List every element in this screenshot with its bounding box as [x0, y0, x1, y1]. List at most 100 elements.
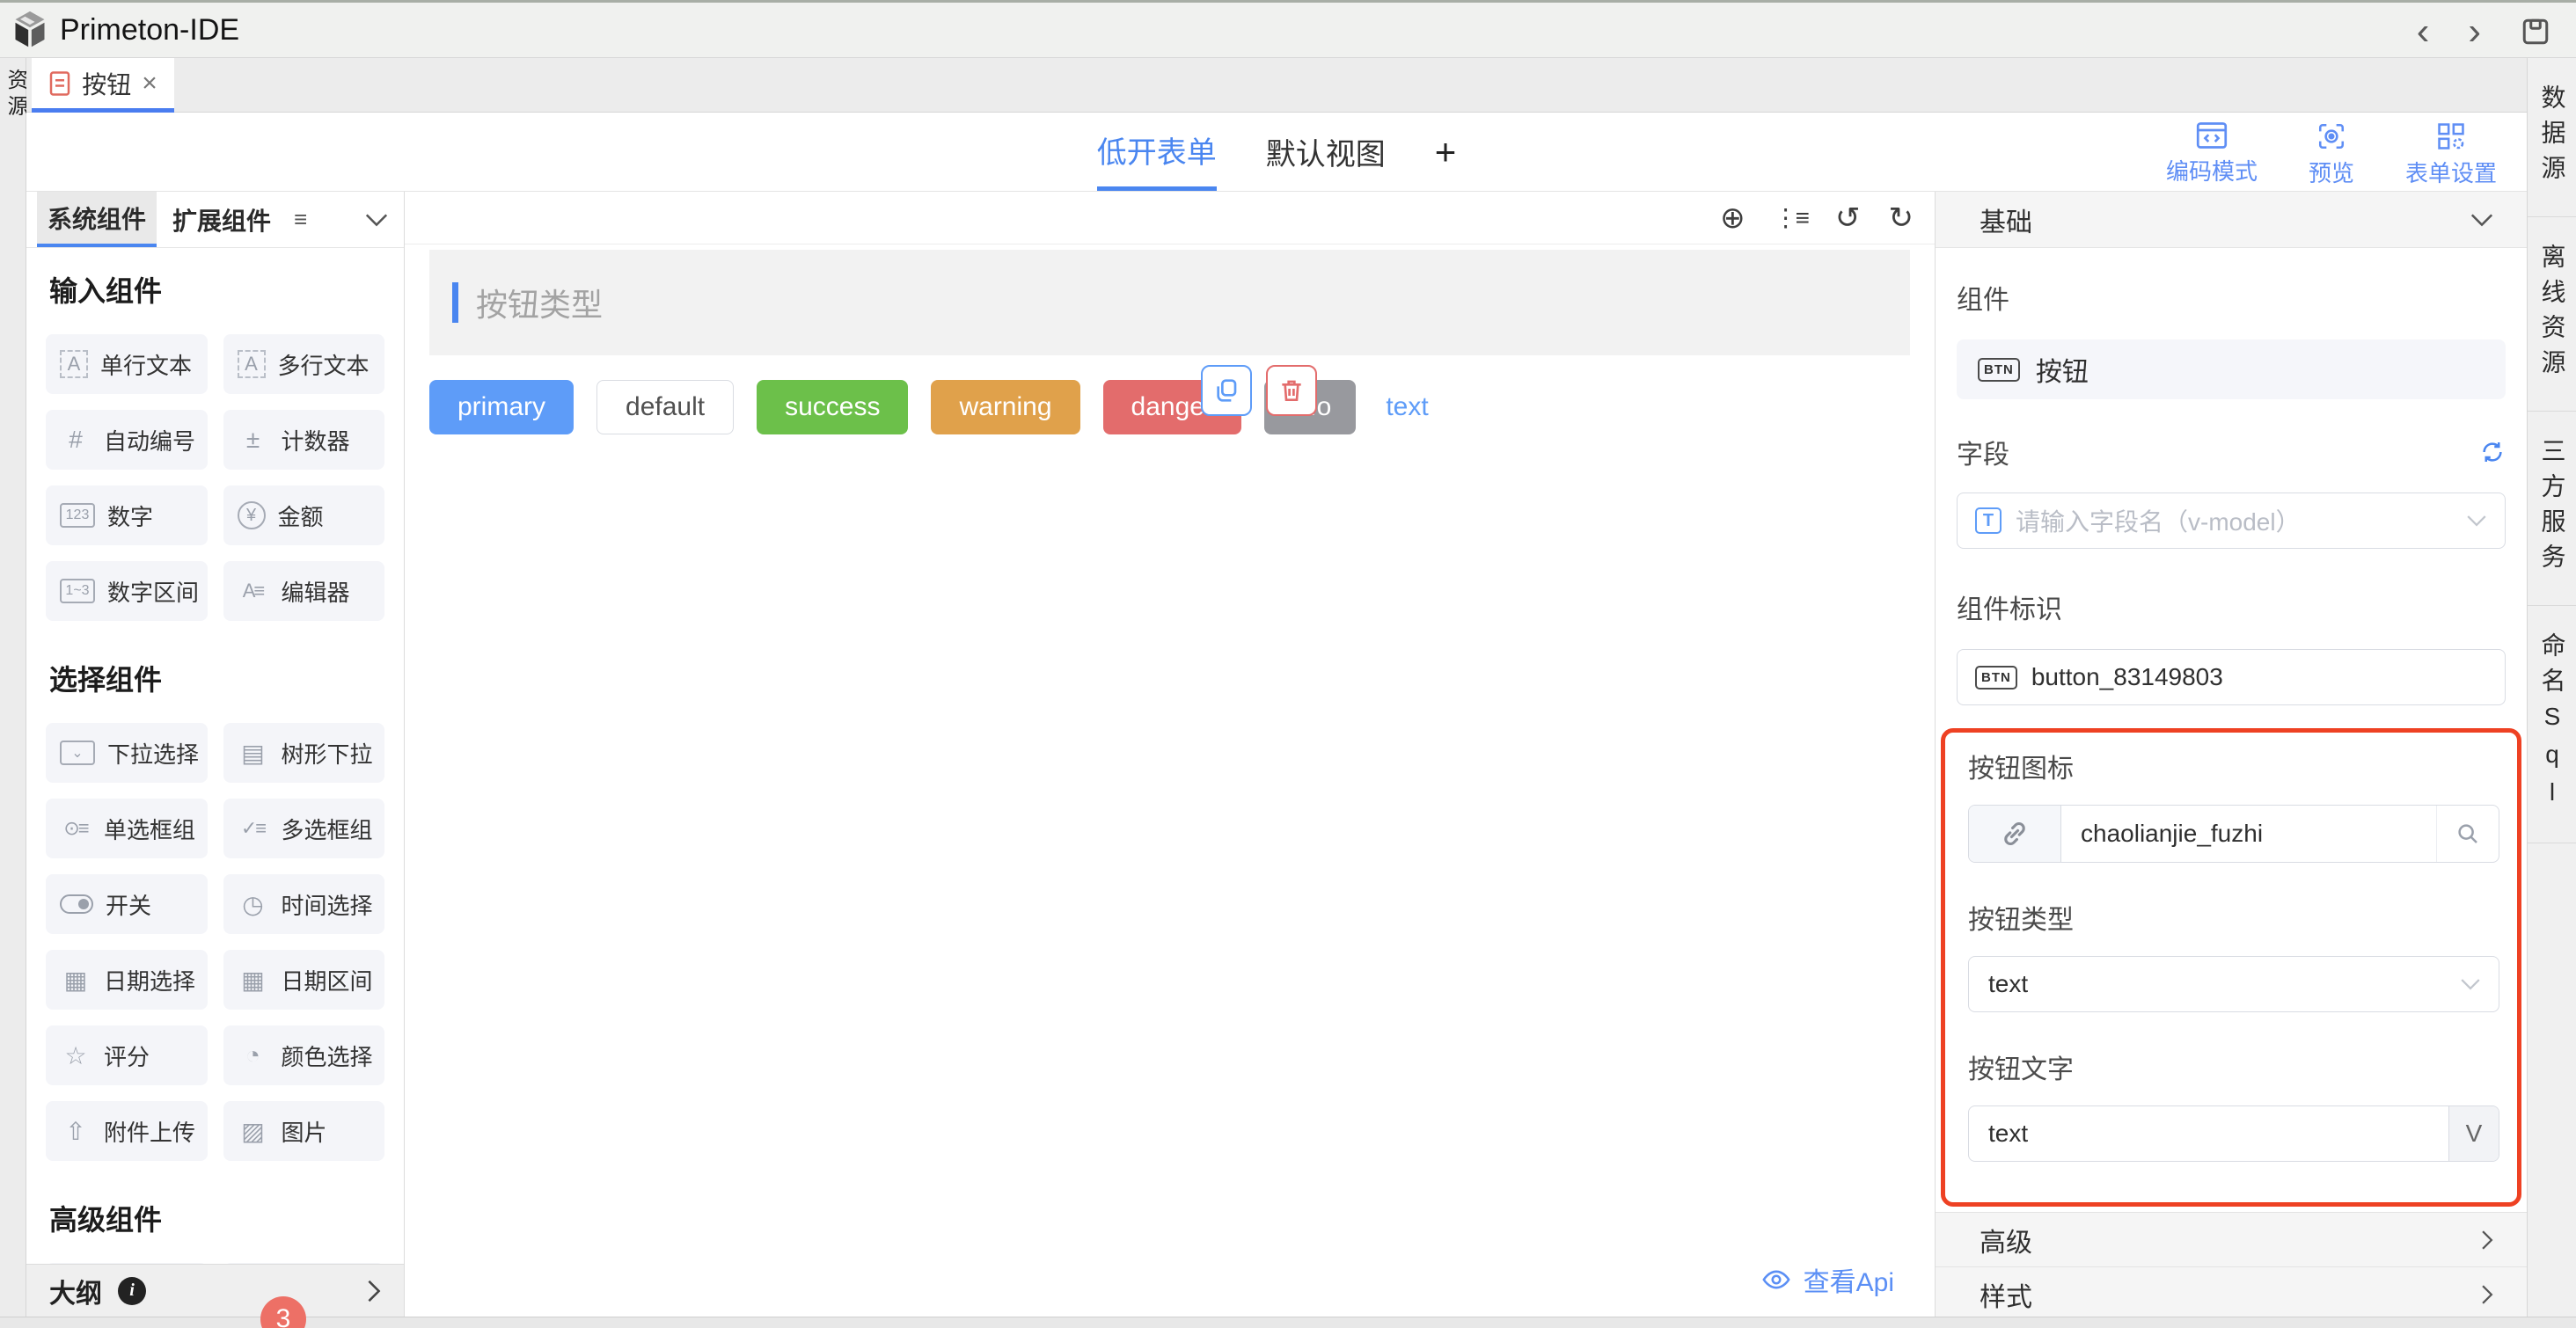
tab-default-view[interactable]: 默认视图 — [1266, 113, 1386, 191]
component-item-rating[interactable]: ☆评分 — [46, 1025, 208, 1085]
add-view-icon[interactable]: + — [1435, 113, 1457, 191]
button-icon-value[interactable]: chaolianjie_fuzhi — [2061, 806, 2436, 862]
properties-panel: 基础 组件 BTN 按钮 字段 T 请输 — [1936, 192, 2527, 1317]
code-window-icon — [2196, 121, 2228, 150]
type-chevron-down-icon — [2460, 978, 2481, 990]
clock-icon: ◷ — [238, 890, 269, 919]
search-icon[interactable] — [2436, 806, 2499, 862]
save-icon[interactable] — [2520, 16, 2551, 47]
tree-dropdown-icon: ▤ — [238, 739, 269, 768]
component-item-amount[interactable]: ¥金额 — [223, 485, 385, 545]
component-item-auto-number[interactable]: #自动编号 — [46, 410, 208, 470]
component-item-date-picker[interactable]: ▦日期选择 — [46, 950, 208, 1010]
component-item-number-range[interactable]: 1~3数字区间 — [46, 561, 208, 621]
sample-button-success[interactable]: success — [757, 380, 908, 434]
plus-minus-icon: ± — [238, 426, 269, 454]
button-type-select[interactable]: text — [1968, 956, 2499, 1012]
nav-forward-icon[interactable]: › — [2468, 12, 2481, 51]
info-icon[interactable]: i — [118, 1277, 146, 1305]
redo-icon[interactable]: ↻ — [1889, 203, 1914, 233]
props-section-advanced[interactable]: 高级 — [1936, 1212, 2527, 1266]
sample-button-default[interactable]: default — [596, 380, 734, 434]
undo-icon[interactable]: ↺ — [1835, 203, 1861, 233]
doc-tab-button[interactable]: 按钮 × — [32, 58, 174, 113]
component-item-dropdown-select[interactable]: ⌄下拉选择 — [46, 723, 208, 783]
component-name: 按钮 — [2036, 350, 2089, 389]
component-item-switch[interactable]: 开关 — [46, 874, 208, 934]
component-label: 组件 — [1957, 278, 2506, 317]
tab-system-components[interactable]: 系统组件 — [37, 192, 157, 247]
vertical-tab-named-sql[interactable]: 命名Sql — [2528, 606, 2576, 843]
outline-chevron-right-icon[interactable] — [367, 1280, 381, 1302]
component-item-tree-dropdown[interactable]: ▤树形下拉 — [223, 723, 385, 783]
component-item-time-picker[interactable]: ◷时间选择 — [223, 874, 385, 934]
view-api-link[interactable]: 查看Api — [1761, 1260, 1894, 1299]
view-tabs: 低开表单 默认视图 + — [26, 113, 2527, 191]
style-chevron-right-icon — [2481, 1284, 2493, 1305]
component-panel: 系统组件 扩展组件 ≡ 输入组件 A单行文本 A多行文本 #自动编号 ±计数器 … — [26, 192, 405, 1317]
props-section-basic[interactable]: 基础 — [1936, 192, 2527, 248]
outline-label: 大纲 — [49, 1272, 102, 1310]
variable-addon-button[interactable]: V — [2448, 1106, 2499, 1161]
section-title-input: 输入组件 — [49, 269, 384, 310]
sample-button-primary[interactable]: primary — [429, 380, 574, 434]
doc-tab-label: 按钮 — [82, 66, 131, 101]
component-id-label: 组件标识 — [1957, 587, 2506, 626]
component-id-input[interactable]: BTN button_83149803 — [1957, 649, 2506, 705]
preview-button[interactable]: 预览 — [2309, 121, 2354, 188]
button-text-label: 按钮文字 — [1968, 1047, 2499, 1086]
props-section-style[interactable]: 样式 — [1936, 1266, 2527, 1321]
component-item-editor[interactable]: A≡编辑器 — [223, 561, 385, 621]
field-chevron-down-icon[interactable] — [2466, 514, 2487, 527]
sample-button-text[interactable]: text — [1379, 380, 1435, 434]
form-settings-button[interactable]: 表单设置 — [2405, 121, 2497, 188]
section-title-advanced: 高级组件 — [49, 1198, 384, 1238]
form-settings-icon — [2436, 121, 2466, 151]
list-view-icon[interactable]: ≡ — [294, 206, 307, 233]
component-item-single-line-text[interactable]: A单行文本 — [46, 334, 208, 394]
component-item-number[interactable]: 123数字 — [46, 485, 208, 545]
component-list: 输入组件 A单行文本 A多行文本 #自动编号 ±计数器 123数字 ¥金额 1~… — [26, 248, 404, 1264]
link-icon[interactable] — [1969, 806, 2061, 862]
text-field-chip-icon: T — [1975, 507, 2002, 534]
outline-bar[interactable]: 大纲 i — [26, 1264, 404, 1317]
component-item-color-picker[interactable]: ◔颜色选择 — [223, 1025, 385, 1085]
form-header: 低开表单 默认视图 + 编码模式 — [26, 113, 2527, 192]
radio-list-icon: ⊙≡ — [60, 817, 91, 840]
canvas-section-header[interactable]: 按钮类型 — [429, 250, 1910, 355]
tab-extension-components[interactable]: 扩展组件 — [162, 192, 282, 247]
component-item-radio-group[interactable]: ⊙≡单选框组 — [46, 799, 208, 858]
delete-component-button[interactable] — [1266, 365, 1317, 416]
basic-chevron-down-icon — [2470, 213, 2493, 227]
refresh-icon[interactable] — [2479, 439, 2506, 465]
button-icon-input-group: chaolianjie_fuzhi — [1968, 805, 2499, 863]
component-item-checkbox-group[interactable]: ✓≡多选框组 — [223, 799, 385, 858]
collapse-panel-chevron-down-icon[interactable] — [365, 213, 388, 227]
vertical-tab-offline-resources[interactable]: 离线资源 — [2528, 217, 2576, 412]
advanced-chevron-right-icon — [2481, 1229, 2493, 1251]
component-item-image[interactable]: ▨图片 — [223, 1101, 385, 1161]
component-item-multi-line-text[interactable]: A多行文本 — [223, 334, 385, 394]
component-item-file-upload[interactable]: ⇧附件上传 — [46, 1101, 208, 1161]
field-name-input[interactable]: T 请输入字段名（v-model） — [1957, 493, 2506, 549]
nav-back-icon[interactable]: ‹ — [2417, 12, 2430, 51]
section-title: 按钮类型 — [476, 280, 603, 325]
component-item-date-range[interactable]: ▦日期区间 — [223, 950, 385, 1010]
code-mode-button[interactable]: 编码模式 — [2166, 121, 2258, 188]
checkbox-list-icon: ✓≡ — [238, 817, 269, 840]
close-tab-icon[interactable]: × — [142, 70, 157, 97]
tab-lowcode-form[interactable]: 低开表单 — [1097, 113, 1217, 191]
section-accent-bar — [452, 282, 458, 323]
copy-component-button[interactable] — [1201, 365, 1252, 416]
globe-icon[interactable]: ⊕ — [1720, 203, 1745, 233]
button-text-input-group: text V — [1968, 1105, 2499, 1162]
vertical-tab-third-party-services[interactable]: 三方服务 — [2528, 412, 2576, 606]
button-text-input[interactable]: text — [1969, 1106, 2448, 1161]
vertical-tab-datasource[interactable]: 数据源 — [2528, 58, 2576, 217]
selected-component-actions — [1201, 365, 1317, 416]
outline-tree-icon[interactable]: ⋮≡ — [1774, 206, 1807, 230]
button-type-label: 按钮类型 — [1968, 898, 2499, 937]
section-title-select: 选择组件 — [49, 658, 384, 698]
sample-button-warning[interactable]: warning — [931, 380, 1079, 434]
component-item-counter[interactable]: ±计数器 — [223, 410, 385, 470]
